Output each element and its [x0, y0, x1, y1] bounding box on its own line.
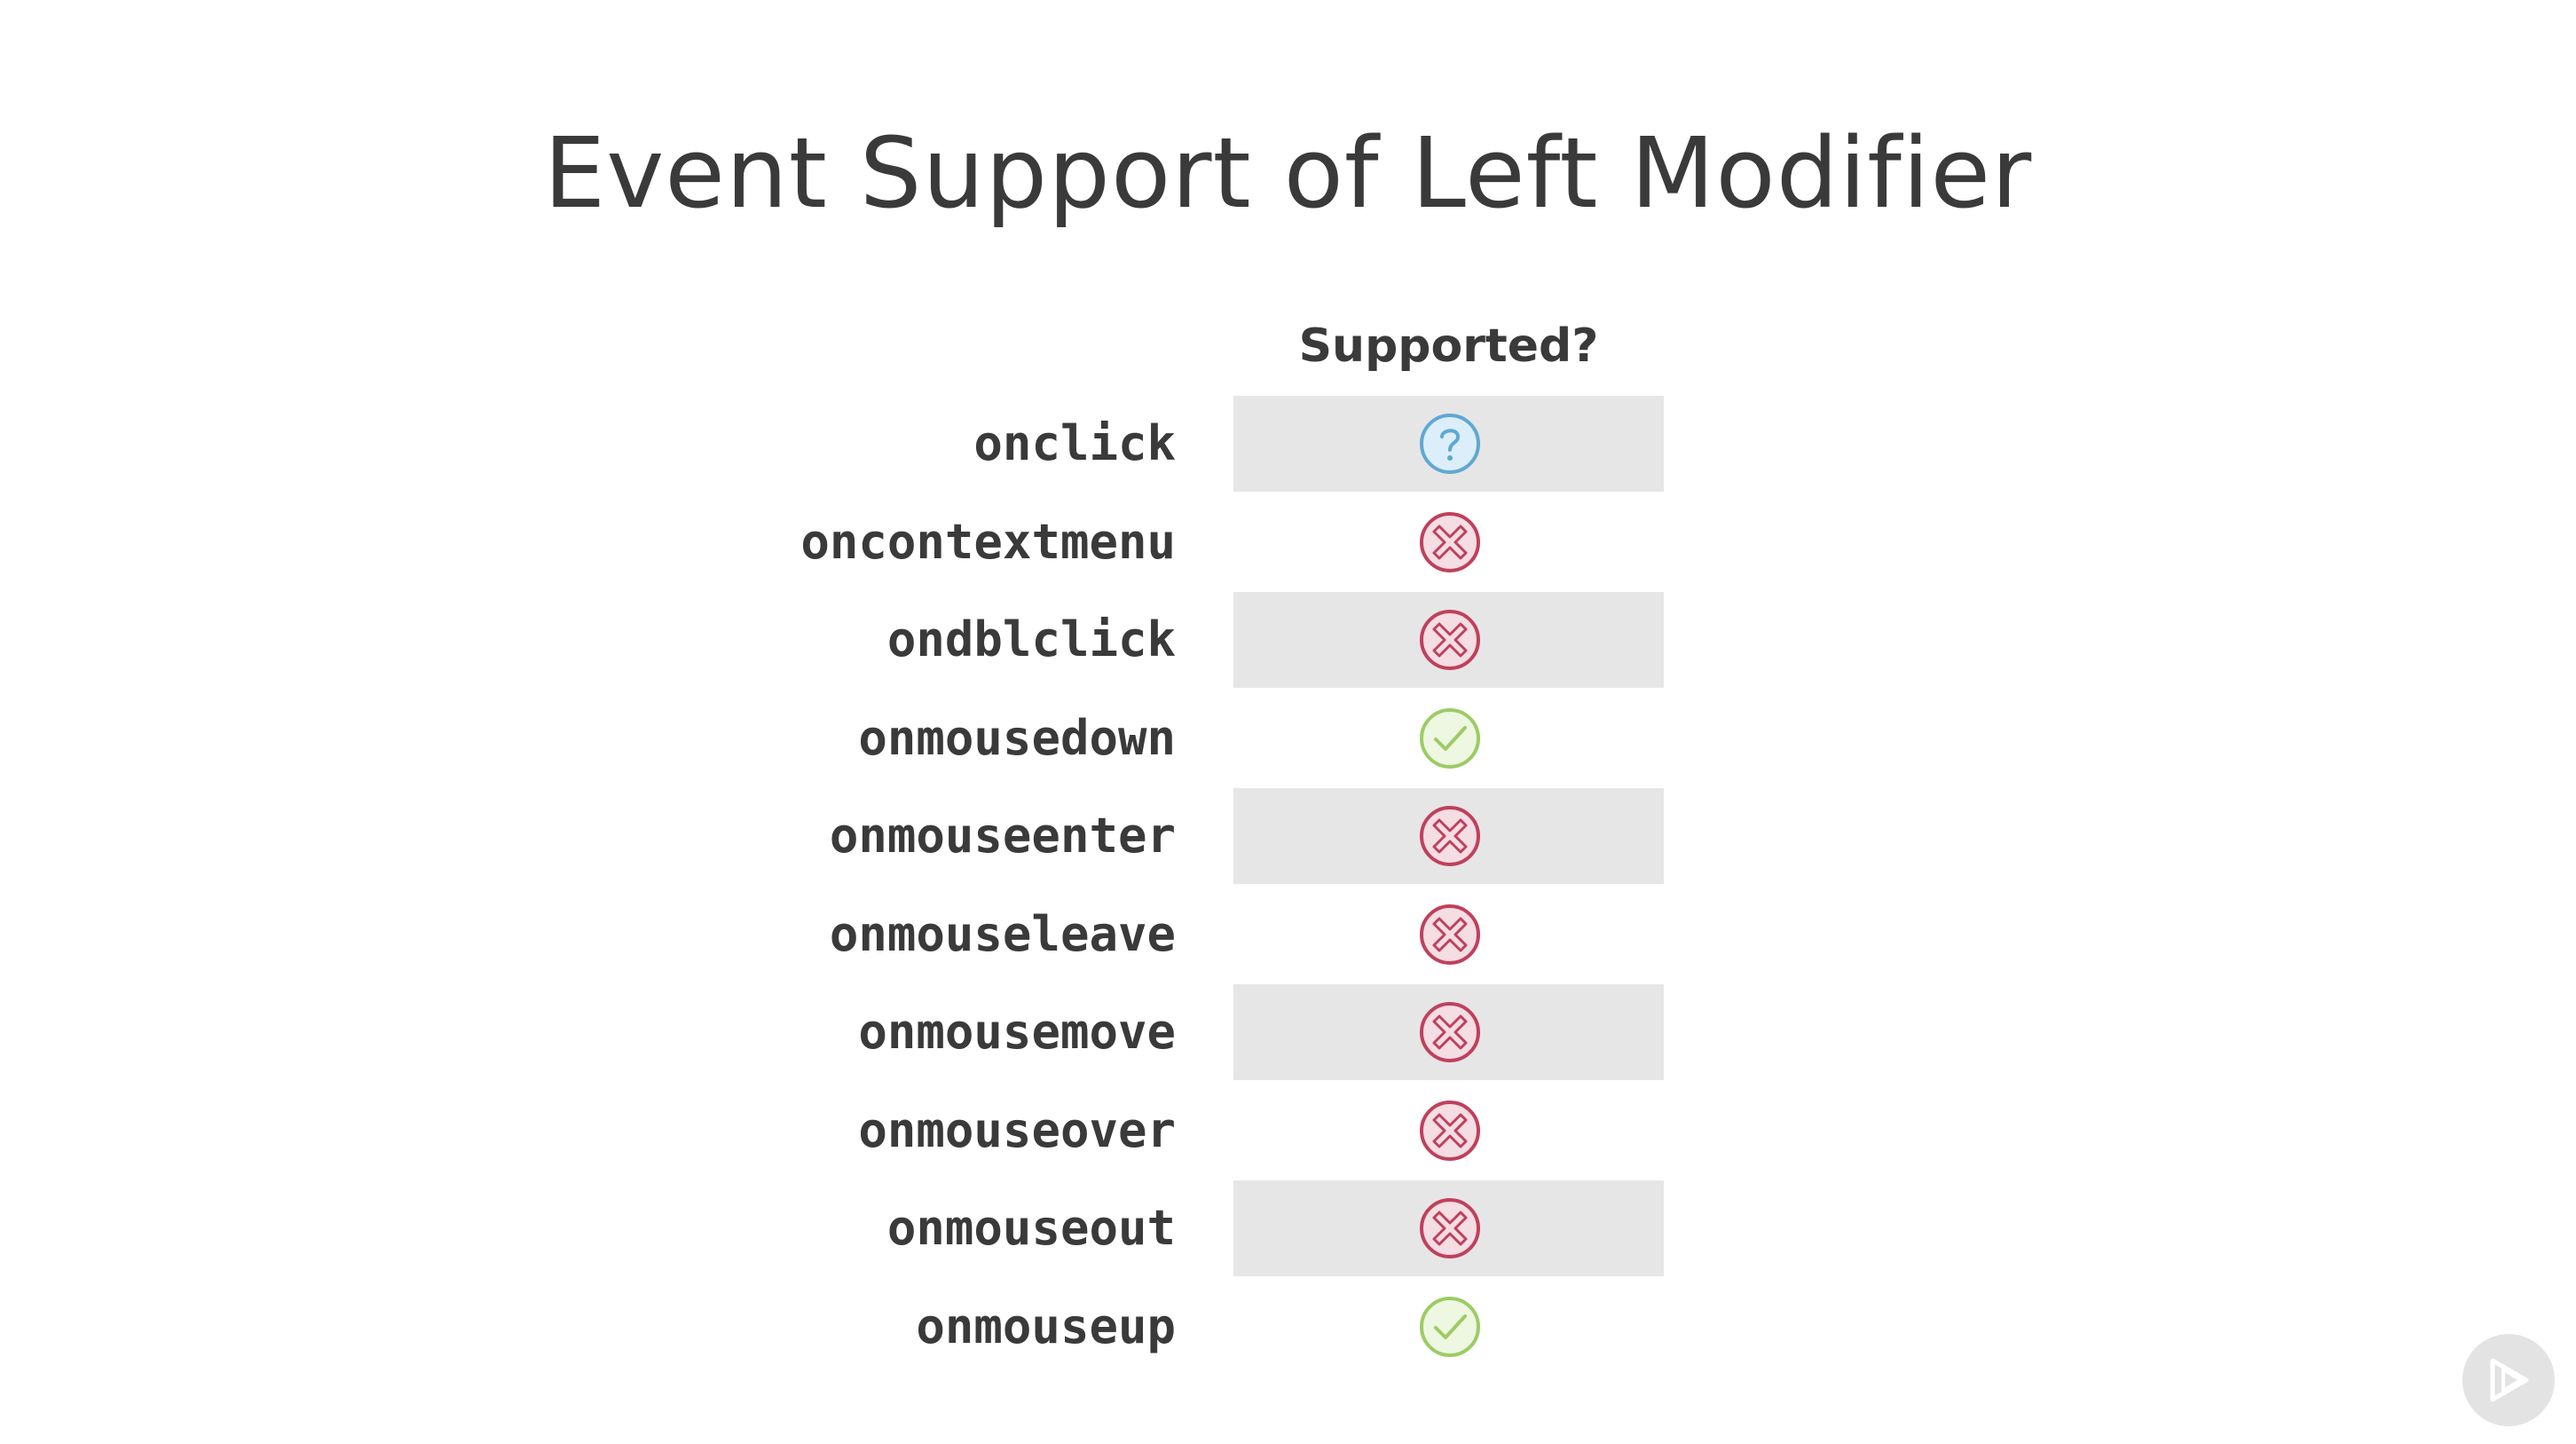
support-cell: [1233, 984, 1664, 1080]
event-name: onmousemove: [858, 1004, 1176, 1060]
play-logo-icon: [2490, 1358, 2529, 1402]
status-indicator-no: [1418, 804, 1482, 868]
table-row-onmousedown: onmousedown: [0, 690, 2576, 786]
x-circle-icon: [1420, 1002, 1480, 1062]
table-row-onmouseleave: onmouseleave: [0, 887, 2576, 982]
x-circle-icon: [1420, 806, 1480, 866]
x-circle-icon: [1420, 610, 1480, 670]
event-name: onclick: [973, 415, 1176, 471]
event-name: ondblclick: [886, 612, 1176, 667]
event-name: onmouseover: [858, 1102, 1176, 1158]
support-cell: [1233, 494, 1664, 590]
status-indicator-no: [1418, 1196, 1482, 1260]
table-row-onclick: onclick: [0, 396, 2576, 492]
status-indicator-yes: [1418, 1295, 1482, 1359]
question-circle-icon: [1420, 414, 1480, 474]
table-row-onmousemove: onmousemove: [0, 984, 2576, 1080]
support-cell: [1233, 690, 1664, 786]
x-circle-icon: [1420, 904, 1480, 965]
event-name: onmouseleave: [829, 906, 1176, 962]
support-cell: [1233, 1180, 1664, 1276]
column-header-supported: Supported?: [1298, 320, 1599, 373]
table-row-onmouseover: onmouseover: [0, 1083, 2576, 1179]
status-indicator-no: [1418, 903, 1482, 967]
x-circle-icon: [1420, 1198, 1480, 1259]
player-logo-button[interactable]: [2462, 1334, 2555, 1426]
status-indicator-yes: [1418, 706, 1482, 770]
support-cell: [1233, 887, 1664, 982]
x-circle-icon: [1420, 1101, 1480, 1161]
slide-title: Event Support of Left Modifier: [543, 116, 2033, 230]
table-row-onmouseup: onmouseup: [0, 1279, 2576, 1375]
event-name: oncontextmenu: [800, 514, 1176, 570]
support-cell: [1233, 396, 1664, 492]
table-row-ondblclick: ondblclick: [0, 592, 2576, 688]
support-cell: [1233, 1083, 1664, 1179]
status-indicator-no: [1418, 1000, 1482, 1064]
event-name: onmouseenter: [829, 808, 1176, 864]
support-cell: [1233, 592, 1664, 688]
check-circle-icon: [1420, 708, 1480, 769]
event-name: onmouseout: [886, 1200, 1176, 1256]
table-row-oncontextmenu: oncontextmenu: [0, 494, 2576, 590]
check-circle-icon: [1420, 1297, 1480, 1357]
support-cell: [1233, 1279, 1664, 1375]
status-indicator-no: [1418, 1099, 1482, 1163]
status-indicator-no: [1418, 608, 1482, 672]
table-row-onmouseout: onmouseout: [0, 1180, 2576, 1276]
x-circle-icon: [1420, 512, 1480, 572]
table-row-onmouseenter: onmouseenter: [0, 788, 2576, 884]
event-name: onmouseup: [916, 1298, 1176, 1354]
support-cell: [1233, 788, 1664, 884]
event-name: onmousedown: [858, 710, 1176, 766]
status-indicator-unknown: [1418, 412, 1482, 476]
status-indicator-no: [1418, 510, 1482, 574]
